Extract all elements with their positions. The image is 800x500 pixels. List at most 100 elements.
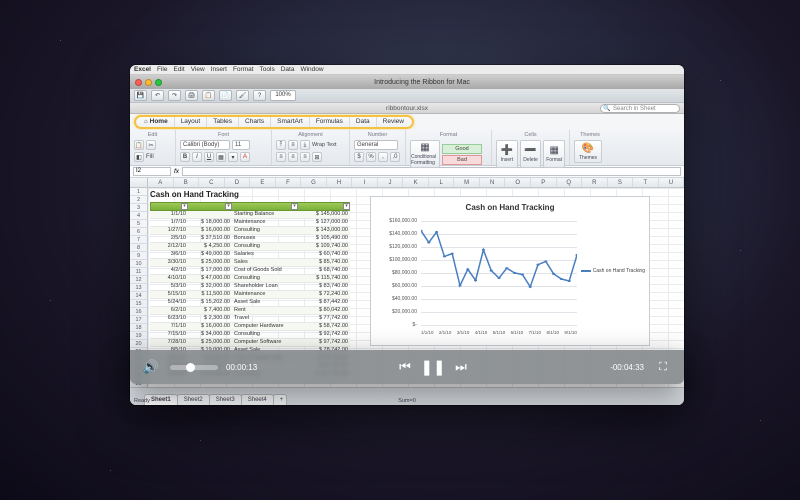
table-row[interactable]: 1/1/10Starting Balance$ 145,000.00	[150, 211, 350, 219]
tab-home[interactable]: ⌂Home	[138, 117, 175, 127]
row-header[interactable]: 2	[130, 196, 148, 204]
table-row[interactable]: 7/1/10$ 16,000.00Computer Hardware$ 58,7…	[150, 323, 350, 331]
undo-icon[interactable]: ↶	[151, 90, 164, 101]
filter-dropdown-icon[interactable]: ▾	[225, 203, 232, 210]
row-header[interactable]: 3	[130, 204, 148, 212]
row-header[interactable]: 14	[130, 292, 148, 300]
align-right-icon[interactable]: ≡	[300, 152, 310, 162]
select-all-corner[interactable]	[130, 178, 148, 188]
column-header[interactable]: L	[429, 178, 455, 187]
paste-icon[interactable]: 📄	[219, 90, 232, 101]
row-header[interactable]: 19	[130, 332, 148, 340]
formula-input[interactable]	[182, 167, 681, 176]
menu-view[interactable]: View	[191, 66, 205, 73]
column-header[interactable]: G	[301, 178, 327, 187]
column-header[interactable]: M	[454, 178, 480, 187]
border-icon[interactable]: ▦	[216, 152, 226, 162]
format-cells-button[interactable]: ▦Format	[543, 140, 565, 168]
sheet-tab-2[interactable]: Sheet2	[177, 394, 210, 405]
column-header[interactable]: U	[659, 178, 684, 187]
tab-data[interactable]: Data	[350, 117, 377, 127]
wrap-text-button[interactable]: Wrap Text	[312, 142, 337, 148]
delete-cells-button[interactable]: ➖Delete	[520, 140, 542, 168]
table-row[interactable]: 2/5/10$ 37,510.00Bonuses$ 105,490.00	[150, 235, 350, 243]
align-middle-icon[interactable]: ≡	[288, 140, 298, 150]
column-header[interactable]: F	[276, 178, 302, 187]
previous-button[interactable]: ⏮	[394, 356, 416, 378]
help-icon[interactable]: ?	[253, 90, 266, 101]
row-header[interactable]: 5	[130, 220, 148, 228]
tab-tables[interactable]: Tables	[207, 117, 239, 127]
tab-smartart[interactable]: SmartArt	[271, 117, 310, 127]
embedded-chart[interactable]: Cash on Hand Tracking $160,000.00$140,00…	[370, 196, 650, 346]
tab-formulas[interactable]: Formulas	[310, 117, 350, 127]
column-header[interactable]: H	[327, 178, 353, 187]
copy-icon[interactable]: 📋	[202, 90, 215, 101]
column-header[interactable]: B	[174, 178, 200, 187]
decrease-decimal-icon[interactable]: .0	[390, 152, 400, 162]
table-row[interactable]: 4/2/10$ 17,000.00Cost of Goods Sold$ 68,…	[150, 267, 350, 275]
filter-dropdown-icon[interactable]: ▾	[291, 203, 298, 210]
column-header[interactable]: O	[505, 178, 531, 187]
align-left-icon[interactable]: ≡	[276, 152, 286, 162]
filter-dropdown-icon[interactable]: ▾	[181, 203, 188, 210]
table-header-row[interactable]: ▾ ▾ ▾ ▾	[150, 202, 350, 211]
column-header[interactable]: Q	[557, 178, 583, 187]
column-header[interactable]: N	[480, 178, 506, 187]
zoom-level[interactable]: 100%	[270, 90, 296, 101]
column-header[interactable]: J	[378, 178, 404, 187]
save-icon[interactable]: 💾	[134, 90, 147, 101]
print-icon[interactable]: 🖨	[185, 90, 198, 101]
fullscreen-icon[interactable]: ⛶	[652, 356, 674, 378]
menu-insert[interactable]: Insert	[211, 66, 227, 73]
row-header[interactable]: 9	[130, 252, 148, 260]
row-header[interactable]: 15	[130, 300, 148, 308]
sheet-tab-4[interactable]: Sheet4	[241, 394, 274, 405]
row-header[interactable]: 4	[130, 212, 148, 220]
italic-button[interactable]: I	[192, 152, 202, 162]
align-bottom-icon[interactable]: ⤓	[300, 140, 310, 150]
cut-icon[interactable]: ✂	[146, 140, 156, 150]
format-painter-icon[interactable]: 🖌	[236, 90, 249, 101]
table-row[interactable]: 4/10/10$ 47,000.00Consulting$ 115,740.00	[150, 275, 350, 283]
table-row[interactable]: 1/7/10$ 18,000.00Maintenance$ 127,000.00	[150, 219, 350, 227]
table-row[interactable]: 5/15/10$ 11,500.00Maintenance$ 72,240.00	[150, 291, 350, 299]
table-row[interactable]: 5/3/10$ 32,000.00Shareholder Loan$ 83,74…	[150, 283, 350, 291]
table-row[interactable]: 5/24/10$ 15,202.00Asset Sale$ 87,442.00	[150, 299, 350, 307]
number-format-select[interactable]: General	[354, 140, 398, 150]
row-header[interactable]: 7	[130, 236, 148, 244]
column-header[interactable]: I	[352, 178, 378, 187]
filter-dropdown-icon[interactable]: ▾	[343, 203, 350, 210]
font-color-button[interactable]: A	[240, 152, 250, 162]
volume-icon[interactable]: 🔊	[140, 356, 162, 378]
percent-icon[interactable]: %	[366, 152, 376, 162]
table-row[interactable]: 3/30/10$ 25,000.00Sales$ 85,740.00	[150, 259, 350, 267]
redo-icon[interactable]: ↷	[168, 90, 181, 101]
table-row[interactable]: 7/28/10$ 25,000.00Computer Software$ 97,…	[150, 339, 350, 347]
align-top-icon[interactable]: ⤒	[276, 140, 286, 150]
name-box[interactable]: I2	[133, 167, 171, 176]
column-header[interactable]: E	[250, 178, 276, 187]
row-header[interactable]: 8	[130, 244, 148, 252]
close-button[interactable]	[135, 79, 142, 86]
table-row[interactable]: 7/15/10$ 34,000.00Consulting$ 92,742.00	[150, 331, 350, 339]
font-name-select[interactable]: Calibri (Body)	[180, 140, 230, 150]
search-input[interactable]: Search in Sheet	[600, 104, 680, 113]
table-row[interactable]: 3/6/10$ 49,000.00Salaries$ 60,740.00	[150, 251, 350, 259]
row-header[interactable]: 10	[130, 260, 148, 268]
style-bad[interactable]: Bad	[442, 155, 482, 165]
row-header[interactable]: 20	[130, 340, 148, 348]
column-header[interactable]: T	[633, 178, 659, 187]
row-header[interactable]: 1	[130, 188, 148, 196]
column-header[interactable]: C	[199, 178, 225, 187]
style-good[interactable]: Good	[442, 144, 482, 154]
column-header[interactable]: K	[403, 178, 429, 187]
tab-review[interactable]: Review	[377, 117, 410, 127]
minimize-button[interactable]	[145, 79, 152, 86]
row-header[interactable]: 18	[130, 324, 148, 332]
column-headers[interactable]: ABCDEFGHIJKLMNOPQRSTU	[148, 178, 684, 188]
merge-icon[interactable]: ⊞	[312, 152, 322, 162]
fill-color-button[interactable]: ▾	[228, 152, 238, 162]
paste-button[interactable]: 📋	[134, 140, 144, 150]
align-center-icon[interactable]: ≡	[288, 152, 298, 162]
